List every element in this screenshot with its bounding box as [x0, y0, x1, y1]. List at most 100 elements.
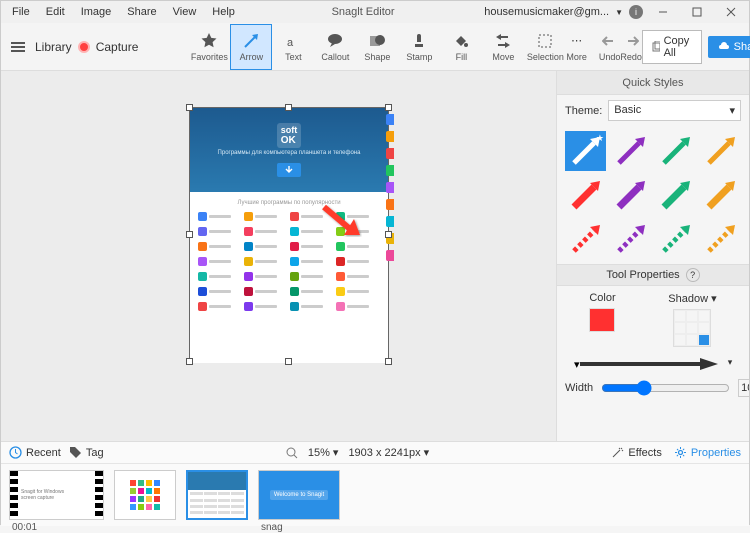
- shadow-position-grid[interactable]: [673, 309, 711, 347]
- tool-selection[interactable]: Selection: [524, 24, 566, 70]
- quick-style-4[interactable]: [565, 175, 606, 215]
- tool-callout[interactable]: Callout: [314, 24, 356, 70]
- quick-style-0[interactable]: ★: [565, 131, 606, 171]
- selection-icon: [536, 32, 554, 50]
- tag-icon: [69, 446, 82, 459]
- capture-button[interactable]: Capture: [96, 40, 139, 54]
- quick-style-7[interactable]: [700, 175, 741, 215]
- handle-bl[interactable]: [186, 358, 193, 365]
- move-icon: [494, 32, 512, 50]
- account-email[interactable]: housemusicmaker@gm...: [484, 6, 609, 18]
- arrow-style-preview[interactable]: ▾ ▾: [557, 353, 749, 375]
- quick-styles-header: Quick Styles: [557, 71, 749, 95]
- handle-ml[interactable]: [186, 231, 193, 238]
- hamburger-icon[interactable]: [7, 38, 29, 56]
- handle-tr[interactable]: [385, 104, 392, 111]
- hero-cta: [277, 163, 301, 177]
- share-button[interactable]: Share: [708, 36, 750, 58]
- handle-mr[interactable]: [385, 231, 392, 238]
- menu-file[interactable]: File: [5, 3, 37, 21]
- quick-style-2[interactable]: [655, 131, 696, 171]
- width-value[interactable]: 10: [738, 379, 749, 397]
- quick-style-8[interactable]: [565, 219, 606, 259]
- quick-style-6[interactable]: [655, 175, 696, 215]
- bottom-panel: Recent Tag 15% ▾ 1903 x 2241px ▾ Effects…: [1, 441, 749, 526]
- quick-style-10[interactable]: [655, 219, 696, 259]
- cloud-icon: [718, 41, 730, 53]
- theme-label: Theme:: [565, 105, 602, 117]
- close-button[interactable]: [717, 2, 745, 22]
- handle-bc[interactable]: [285, 358, 292, 365]
- zoom-level[interactable]: 15% ▾: [308, 446, 339, 459]
- thumbnail-track: Snagit for Windowsscreen capture 00:01 W…: [1, 464, 749, 526]
- thumbnail-4[interactable]: Welcome to Snagit snag: [258, 470, 340, 520]
- thumbnail-video[interactable]: Snagit for Windowsscreen capture 00:01: [9, 470, 104, 520]
- shadow-label[interactable]: Shadow ▾: [668, 292, 716, 305]
- quick-style-11[interactable]: [700, 219, 741, 259]
- quick-style-5[interactable]: [610, 175, 651, 215]
- titlebar: File Edit Image Share View Help Snaglt E…: [1, 1, 749, 23]
- menu-share[interactable]: Share: [120, 3, 163, 21]
- side-panel: Quick Styles Theme: Basic▾ ★ Tool Proper…: [556, 71, 749, 441]
- menu-edit[interactable]: Edit: [39, 3, 72, 21]
- page-logo: soft OK: [277, 123, 302, 148]
- undo-button[interactable]: Undo: [599, 24, 621, 70]
- shape-icon: [368, 32, 386, 50]
- tool-text[interactable]: aText: [272, 24, 314, 70]
- video-duration: 00:01: [12, 522, 37, 533]
- width-slider[interactable]: [601, 380, 730, 396]
- properties-button[interactable]: Properties: [674, 446, 741, 459]
- maximize-button[interactable]: [683, 2, 711, 22]
- selection-box[interactable]: soft OK Программы для компьютера планшет…: [189, 107, 389, 362]
- stamp-icon: [410, 32, 428, 50]
- record-icon: [78, 41, 90, 53]
- favorites-icon: [200, 32, 218, 50]
- captured-page: soft OK Программы для компьютера планшет…: [190, 108, 388, 361]
- tool-favorites[interactable]: Favorites: [188, 24, 230, 70]
- quick-style-3[interactable]: [700, 131, 741, 171]
- handle-br[interactable]: [385, 358, 392, 365]
- canvas-area[interactable]: soft OK Программы для компьютера планшет…: [1, 71, 556, 441]
- gear-icon: [674, 446, 687, 459]
- tool-shape[interactable]: Shape: [356, 24, 398, 70]
- fill-icon: [452, 32, 470, 50]
- color-swatch[interactable]: [589, 308, 615, 332]
- menu-image[interactable]: Image: [74, 3, 119, 21]
- more-button[interactable]: ⋯More: [566, 24, 587, 70]
- library-button[interactable]: Library: [35, 40, 72, 54]
- effects-button[interactable]: Effects: [611, 446, 661, 459]
- tag-button[interactable]: Tag: [69, 446, 104, 459]
- theme-select[interactable]: Basic▾: [608, 100, 741, 121]
- minimize-button[interactable]: [649, 2, 677, 22]
- help-icon[interactable]: ?: [686, 268, 700, 282]
- text-icon: a: [284, 32, 302, 50]
- thumbnail-2[interactable]: [114, 470, 176, 520]
- recent-button[interactable]: Recent: [9, 446, 61, 459]
- menu-view[interactable]: View: [166, 3, 204, 21]
- color-label: Color: [589, 292, 615, 304]
- chevron-down-icon: ▾: [729, 104, 735, 117]
- wand-icon: [611, 446, 624, 459]
- quick-style-9[interactable]: [610, 219, 651, 259]
- hero-tagline: Программы для компьютера планшета и теле…: [218, 150, 361, 157]
- tool-fill[interactable]: Fill: [440, 24, 482, 70]
- thumbnail-filename: snag: [261, 522, 283, 533]
- copy-icon: [651, 41, 660, 53]
- redo-button[interactable]: Redo: [620, 24, 642, 70]
- search-icon[interactable]: [286, 447, 298, 459]
- tool-arrow[interactable]: Arrow: [230, 24, 272, 70]
- handle-tc[interactable]: [285, 104, 292, 111]
- handle-tl[interactable]: [186, 104, 193, 111]
- image-dimensions[interactable]: 1903 x 2241px ▾: [348, 446, 429, 459]
- tool-properties-header: Tool Properties: [606, 269, 679, 281]
- callout-icon: [326, 32, 344, 50]
- window-title: Snaglt Editor: [242, 6, 484, 18]
- copy-all-button[interactable]: Copy All: [642, 30, 702, 64]
- tool-stamp[interactable]: Stamp: [398, 24, 440, 70]
- menu-help[interactable]: Help: [205, 3, 242, 21]
- info-icon[interactable]: i: [629, 5, 643, 19]
- annotation-arrow[interactable]: [320, 203, 362, 241]
- quick-style-1[interactable]: [610, 131, 651, 171]
- thumbnail-3[interactable]: [186, 470, 248, 520]
- tool-move[interactable]: Move: [482, 24, 524, 70]
